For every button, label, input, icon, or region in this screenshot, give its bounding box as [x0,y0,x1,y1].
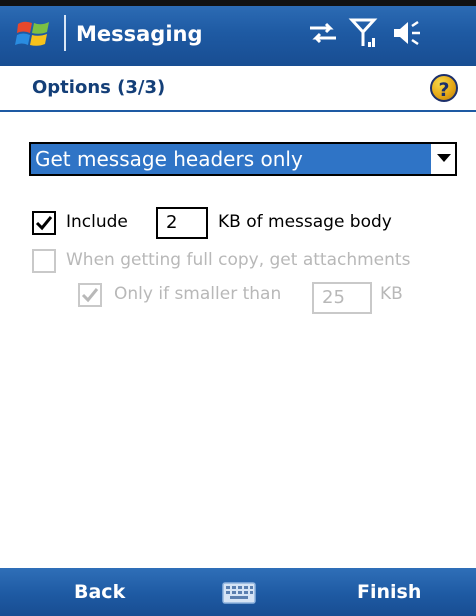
finish-softkey[interactable]: Finish [357,568,421,616]
keyboard-icon[interactable] [222,582,256,604]
body-size-input[interactable]: 2 [156,207,208,239]
connectivity-icon[interactable] [306,16,340,50]
softkey-bar: Back Finish [0,568,476,616]
page-header: Options (3/3) ? [0,66,476,112]
back-softkey[interactable]: Back [74,568,125,616]
body-size-unit-label: KB of message body [218,212,392,232]
include-body-checkbox[interactable] [32,211,56,235]
signal-icon[interactable] [348,16,378,50]
checkmark-icon [81,288,99,303]
help-icon[interactable]: ? [430,74,458,102]
page-title: Options (3/3) [32,77,166,98]
attachment-size-unit: KB [380,284,403,304]
include-label: Include [66,212,128,232]
dropdown-selected-value: Get message headers only [31,144,431,174]
only-smaller-checkbox[interactable] [78,283,102,307]
title-separator [64,15,66,51]
windows-flag-icon[interactable] [14,14,54,54]
chevron-down-icon[interactable] [437,154,451,162]
volume-icon[interactable] [390,16,424,50]
app-title: Messaging [76,22,203,46]
attachment-size-input[interactable]: 25 [312,282,372,314]
title-bar: Messaging [0,0,476,66]
checkmark-icon [35,216,53,231]
get-attachments-checkbox[interactable] [32,249,56,273]
only-smaller-label: Only if smaller than [114,284,282,304]
get-attachments-label: When getting full copy, get attachments [66,250,411,270]
download-option-dropdown[interactable]: Get message headers only [29,142,457,176]
